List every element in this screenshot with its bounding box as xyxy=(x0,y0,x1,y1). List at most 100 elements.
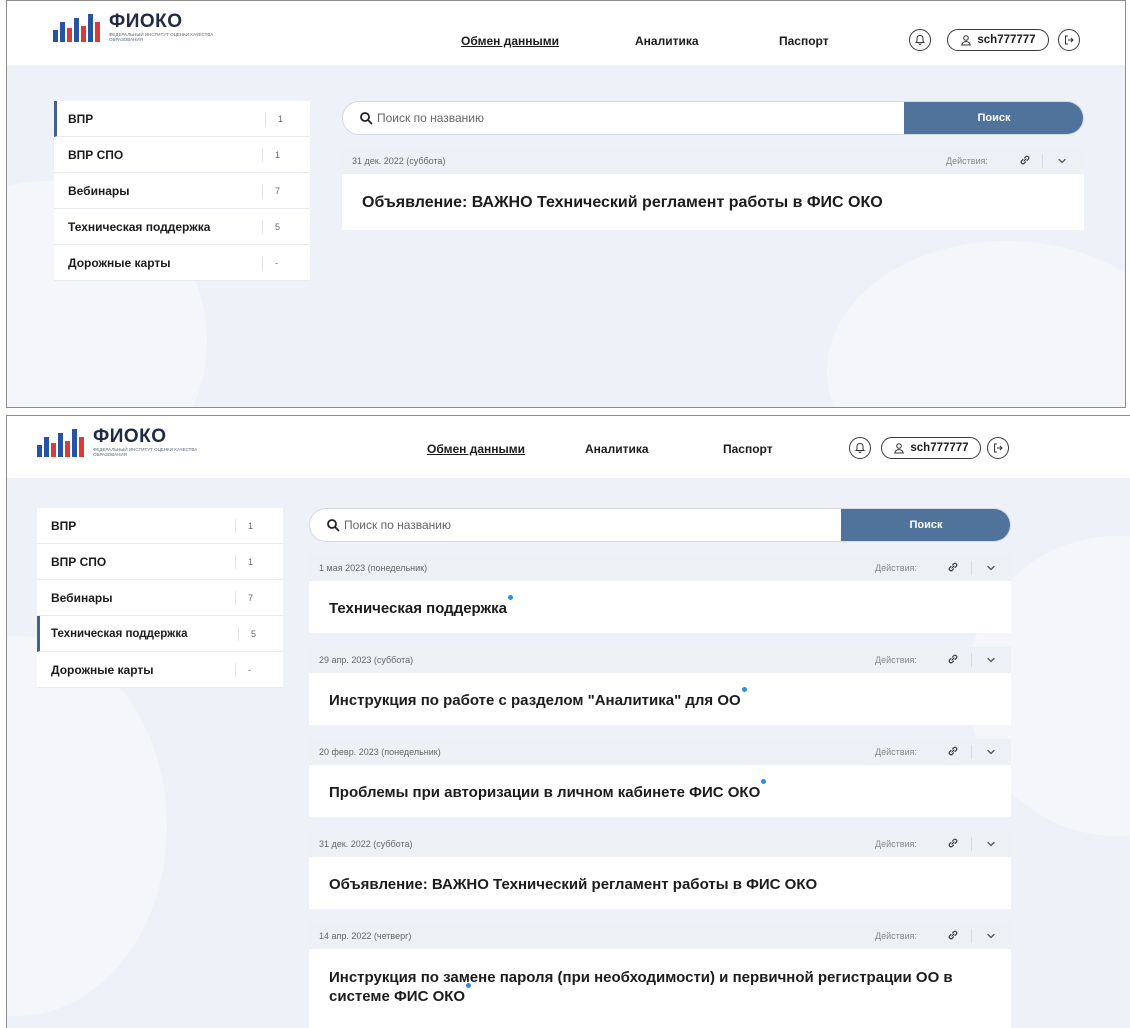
search-icon xyxy=(360,112,373,125)
bell-icon xyxy=(855,442,865,453)
chevron-down-icon[interactable] xyxy=(1056,155,1068,167)
link-icon[interactable] xyxy=(946,836,960,850)
actions-label: Действия: xyxy=(875,747,917,757)
user-menu-button[interactable]: sch777777 xyxy=(947,29,1049,51)
link-icon[interactable] xyxy=(946,560,960,574)
logout-icon xyxy=(994,443,1003,453)
chevron-down-icon[interactable] xyxy=(985,654,997,666)
card-title[interactable]: Объявление: ВАЖНО Технический регламент … xyxy=(329,875,817,894)
sidebar-item-count: 1 xyxy=(262,148,292,162)
logout-button[interactable] xyxy=(987,437,1009,459)
sidebar-item-vpr[interactable]: ВПР 1 xyxy=(54,101,310,137)
card-title[interactable]: Инструкция по работе с разделом "Аналити… xyxy=(329,687,747,710)
search-button[interactable]: Поиск xyxy=(904,102,1083,134)
actions-label: Действия: xyxy=(875,655,917,665)
chevron-down-icon[interactable] xyxy=(985,562,997,574)
logo-title: ФИОКО xyxy=(93,426,167,447)
logo-subtitle: Федеральный институт оценки качества обр… xyxy=(93,447,198,457)
sidebar-item-roadmaps[interactable]: Дорожные карты - xyxy=(37,652,283,688)
user-menu-button[interactable]: sch777777 xyxy=(881,437,981,459)
bell-icon xyxy=(915,34,925,45)
divider xyxy=(971,653,972,667)
card-date: 14 апр. 2022 (четверг) xyxy=(319,931,412,941)
sidebar-item-count: 1 xyxy=(235,555,265,569)
card-header: 1 мая 2023 (понедельник) Действия: xyxy=(309,555,1011,581)
nav-analytics[interactable]: Аналитика xyxy=(635,34,699,48)
card-date: 31 дек. 2022 (суббота) xyxy=(319,839,413,849)
divider xyxy=(1042,154,1043,168)
sidebar-item-label: ВПР СПО xyxy=(68,147,124,162)
sidebar-item-webinars[interactable]: Вебинары 7 xyxy=(54,173,310,209)
news-card: 20 февр. 2023 (понедельник) Действия: Пр… xyxy=(309,739,1011,817)
card-date: 31 дек. 2022 (суббота) xyxy=(352,156,446,166)
new-indicator xyxy=(466,983,472,988)
nav-passport[interactable]: Паспорт xyxy=(779,34,829,48)
news-card: 29 апр. 2023 (суббота) Действия: Инструк… xyxy=(309,647,1011,725)
sidebar-item-count: 7 xyxy=(262,184,292,198)
chevron-down-icon[interactable] xyxy=(985,838,997,850)
screenshot-top: ФИОКО Федеральный институт оценки качест… xyxy=(6,0,1126,408)
search-icon xyxy=(327,519,340,532)
new-indicator xyxy=(761,779,767,784)
sidebar-item-count: 7 xyxy=(235,591,265,605)
sidebar-item-roadmaps[interactable]: Дорожные карты - xyxy=(54,245,310,281)
logo-subtitle: Федеральный институт оценки качества обр… xyxy=(109,32,214,42)
logout-button[interactable] xyxy=(1058,29,1080,51)
search-input[interactable] xyxy=(377,102,777,134)
sidebar-item-vpr[interactable]: ВПР 1 xyxy=(37,508,283,544)
sidebar-item-count: 1 xyxy=(265,112,295,126)
sidebar-item-count: 1 xyxy=(235,519,265,533)
link-icon[interactable] xyxy=(946,744,960,758)
sidebar-item-count: 5 xyxy=(238,627,268,641)
sidebar-item-count: - xyxy=(235,663,265,677)
actions-label: Действия: xyxy=(875,839,917,849)
nav-analytics[interactable]: Аналитика xyxy=(585,442,649,456)
nav-exchange[interactable]: Обмен данными xyxy=(461,34,559,48)
notifications-button[interactable] xyxy=(849,437,871,459)
sidebar: ВПР 1 ВПР СПО 1 Вебинары 7 Техническая подд… xyxy=(37,508,283,688)
sidebar-item-label: ВПР СПО xyxy=(51,554,107,569)
divider xyxy=(971,745,972,759)
card-title[interactable]: Проблемы при авторизации в личном кабине… xyxy=(329,779,767,802)
sidebar-item-label: ВПР xyxy=(51,518,77,533)
nav-passport[interactable]: Паспорт xyxy=(723,442,773,456)
card-date: 20 февр. 2023 (понедельник) xyxy=(319,747,441,757)
sidebar-item-count: 5 xyxy=(262,220,292,234)
user-icon xyxy=(894,443,905,454)
search-button[interactable]: Поиск xyxy=(841,509,1010,541)
chevron-down-icon[interactable] xyxy=(985,930,997,942)
chevron-down-icon[interactable] xyxy=(985,746,997,758)
divider xyxy=(971,561,972,575)
news-card: 31 дек. 2022 (суббота) Действия: Объявле… xyxy=(309,831,1011,909)
card-title[interactable]: Техническая поддержка xyxy=(329,595,514,618)
link-icon[interactable] xyxy=(1018,153,1032,167)
new-indicator xyxy=(741,687,747,692)
sidebar-item-tech-support[interactable]: Техническая поддержка 5 xyxy=(37,616,283,652)
link-icon[interactable] xyxy=(946,928,960,942)
logout-icon xyxy=(1065,35,1074,45)
logo-mark-icon xyxy=(37,427,87,457)
sidebar-item-label: Техническая поддержка xyxy=(51,627,188,640)
card-date: 1 мая 2023 (понедельник) xyxy=(319,563,428,573)
sidebar-item-label: Дорожные карты xyxy=(68,255,171,270)
sidebar-item-label: Вебинары xyxy=(68,183,130,198)
notifications-button[interactable] xyxy=(909,29,931,51)
card-header: 31 дек. 2022 (суббота) Действия: xyxy=(309,831,1011,857)
sidebar-item-vpr-spo[interactable]: ВПР СПО 1 xyxy=(37,544,283,580)
logo[interactable]: ФИОКО Федеральный институт оценки качест… xyxy=(37,427,203,457)
nav-exchange[interactable]: Обмен данными xyxy=(427,442,525,456)
card-title[interactable]: Объявление: ВАЖНО Технический регламент … xyxy=(362,193,883,212)
logo[interactable]: ФИОКО Федеральный институт оценки качест… xyxy=(53,12,219,42)
sidebar-item-webinars[interactable]: Вебинары 7 xyxy=(37,580,283,616)
link-icon[interactable] xyxy=(946,652,960,666)
new-indicator xyxy=(508,595,514,600)
search-input[interactable] xyxy=(344,509,744,541)
actions-label: Действия: xyxy=(875,563,917,573)
card-header: 20 февр. 2023 (понедельник) Действия: xyxy=(309,739,1011,765)
sidebar-item-tech-support[interactable]: Техническая поддержка 5 xyxy=(54,209,310,245)
search-bar: Поиск xyxy=(309,508,1011,542)
news-card: 1 мая 2023 (понедельник) Действия: Техни… xyxy=(309,555,1011,633)
sidebar-item-label: Дорожные карты xyxy=(51,662,154,677)
card-title[interactable]: Инструкция по замене пароля (при необход… xyxy=(329,968,999,1006)
sidebar-item-vpr-spo[interactable]: ВПР СПО 1 xyxy=(54,137,310,173)
